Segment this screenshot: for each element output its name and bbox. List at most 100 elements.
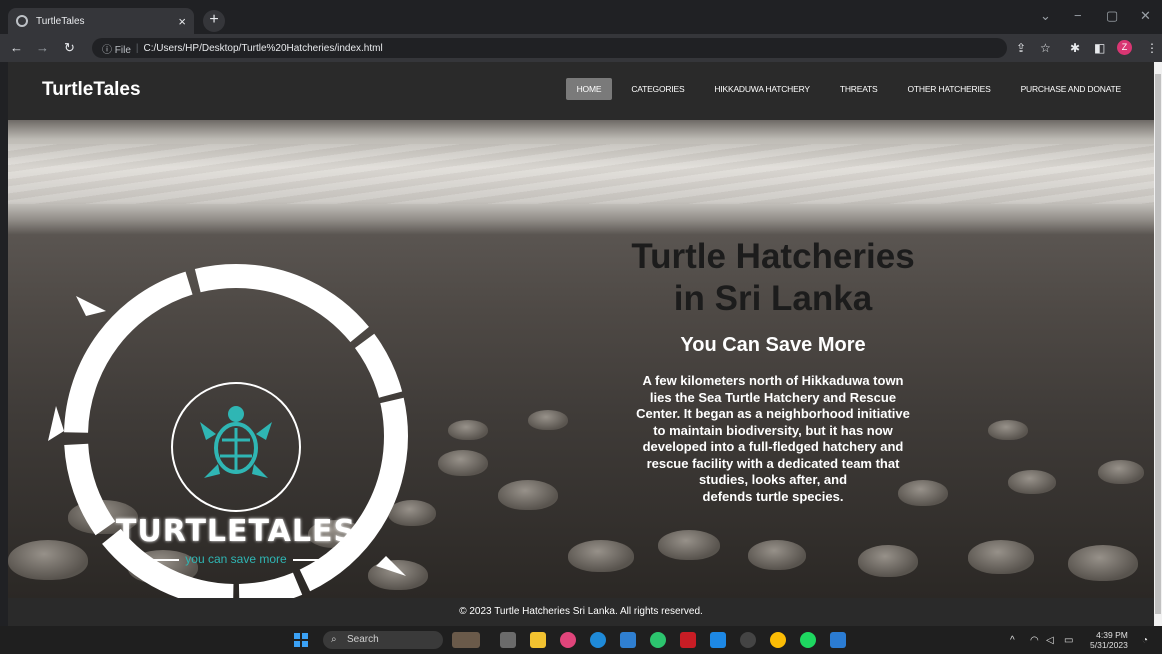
- turtletales-logo: TURTLETALES you can save more: [46, 232, 426, 598]
- vscode-icon[interactable]: [710, 632, 726, 648]
- widgets-icon[interactable]: [452, 632, 480, 648]
- hero-description: A few kilometers north of Hikkaduwa town…: [588, 373, 958, 505]
- turtle-icon: [200, 406, 272, 478]
- description-line: Center. It began as a neighborhood initi…: [636, 406, 910, 421]
- nav-threats[interactable]: THREATS: [829, 78, 889, 100]
- minimize-icon[interactable]: −: [1074, 8, 1082, 23]
- search-label: Search: [347, 634, 379, 645]
- browser-tab-strip: TurtleTales × + ⌄ − ▢ ✕: [0, 0, 1162, 34]
- hero-title-line: in Sri Lanka: [673, 279, 873, 318]
- volume-icon[interactable]: ◁: [1046, 635, 1054, 646]
- profile-avatar[interactable]: Z: [1117, 40, 1132, 55]
- tab-close-button[interactable]: ×: [178, 14, 186, 29]
- reload-icon[interactable]: ↻: [64, 40, 75, 56]
- tagline-rule: [137, 558, 180, 561]
- store-icon[interactable]: [620, 632, 636, 648]
- word-icon[interactable]: [830, 632, 846, 648]
- nav-categories[interactable]: CATEGORIES: [620, 78, 695, 100]
- notifications-icon[interactable]: ◔: [1142, 635, 1148, 646]
- copyright-text: © 2023 Turtle Hatcheries Sri Lanka. All …: [459, 606, 703, 617]
- chrome-icon[interactable]: [770, 632, 786, 648]
- netflix-icon[interactable]: [680, 632, 696, 648]
- nav-other-hatcheries[interactable]: OTHER HATCHERIES: [897, 78, 1002, 100]
- hatchling-image: [858, 545, 918, 577]
- nav-hikkaduwa-hatchery[interactable]: HIKKADUWA HATCHERY: [703, 78, 820, 100]
- hatchling-image: [438, 450, 488, 476]
- clock-time: 4:39 PM: [1096, 630, 1128, 640]
- logo-wordmark: TURTLETALES: [115, 514, 357, 549]
- browser-toolbar: ← → ↻ ⓘ File | C:/Users/HP/Desktop/Turtl…: [0, 34, 1162, 62]
- scrollbar-thumb[interactable]: [1155, 74, 1161, 614]
- logo-tagline-row: you can save more: [46, 552, 426, 566]
- description-line: studies, looks after, and: [698, 472, 848, 487]
- instagram-icon[interactable]: [560, 632, 576, 648]
- share-icon[interactable]: ⇪: [1016, 41, 1026, 55]
- whatsapp-icon[interactable]: [650, 632, 666, 648]
- search-icon: ⌕: [331, 634, 337, 645]
- taskbar-clock[interactable]: 4:39 PM 5/31/2023: [1090, 630, 1128, 650]
- page-viewport: TurtleTales HOME CATEGORIES HIKKADUWA HA…: [8, 62, 1154, 626]
- side-panel-icon[interactable]: ◧: [1094, 41, 1105, 55]
- hero-title: Turtle Hatcheries in Sri Lanka: [588, 236, 958, 320]
- globe-icon: [16, 15, 28, 27]
- description-line: developed into a full-fledged hatchery a…: [642, 439, 904, 454]
- nav-home[interactable]: HOME: [565, 78, 613, 100]
- hero-section: TURTLETALES you can save more Turtle Hat…: [8, 120, 1154, 598]
- omnibox-separator: |: [135, 42, 139, 54]
- hatchling-image: [968, 540, 1034, 574]
- extensions-icon[interactable]: ✱: [1070, 41, 1080, 55]
- hatchling-image: [748, 540, 806, 570]
- description-line: to maintain biodiversity, but it has now: [653, 422, 893, 438]
- site-footer: © 2023 Turtle Hatcheries Sri Lanka. All …: [8, 598, 1154, 626]
- hero-subtitle: You Can Save More: [680, 334, 866, 356]
- hatchling-image: [568, 540, 634, 572]
- task-view-icon[interactable]: [500, 632, 516, 648]
- logo-tagline: you can save more: [185, 552, 287, 566]
- spotify-icon[interactable]: [800, 632, 816, 648]
- edge-icon[interactable]: [590, 632, 606, 648]
- window-close-icon[interactable]: ✕: [1140, 8, 1151, 24]
- windows-taskbar: ⌕ Search ^ ◠ ◁ ▭ 4:39 PM 5/31/2023 ◔: [0, 626, 1162, 654]
- hero-title-line: Turtle Hatcheries: [631, 237, 915, 276]
- site-menu: HOME CATEGORIES HIKKADUWA HATCHERY THREA…: [558, 78, 1132, 100]
- url-text[interactable]: C:/Users/HP/Desktop/Turtle%20Hatcheries/…: [144, 43, 383, 54]
- hatchling-image: [988, 420, 1028, 440]
- hatchling-image: [658, 530, 720, 560]
- browser-tab[interactable]: TurtleTales ×: [8, 8, 194, 34]
- description-line: lies the Sea Turtle Hatchery and Rescue: [649, 389, 897, 405]
- nav-purchase-donate[interactable]: PURCHASE AND DONATE: [1010, 78, 1132, 100]
- chevron-up-icon[interactable]: ^: [1010, 635, 1015, 646]
- address-bar[interactable]: ⓘ File | C:/Users/HP/Desktop/Turtle%20Ha…: [92, 38, 1007, 58]
- windows-start-icon[interactable]: [294, 633, 308, 647]
- file-explorer-icon[interactable]: [530, 632, 546, 648]
- hatchling-image: [448, 420, 488, 440]
- hatchling-image: [528, 410, 568, 430]
- battery-icon[interactable]: ▭: [1064, 635, 1073, 646]
- hero-text-block: Turtle Hatcheries in Sri Lanka You Can S…: [588, 236, 958, 505]
- tagline-rule: [292, 558, 335, 561]
- description-line: defends turtle species.: [702, 488, 844, 504]
- back-icon[interactable]: ←: [10, 40, 23, 55]
- new-tab-button[interactable]: +: [203, 10, 225, 32]
- forward-icon[interactable]: →: [36, 40, 49, 55]
- hatchling-image: [1008, 470, 1056, 494]
- discord-icon[interactable]: [740, 632, 756, 648]
- hatchling-image: [1098, 460, 1144, 484]
- kebab-menu-icon[interactable]: ⋮: [1146, 41, 1158, 55]
- tab-title: TurtleTales: [36, 15, 85, 27]
- hatchling-image: [498, 480, 558, 510]
- site-info-label[interactable]: ⓘ File: [102, 41, 131, 56]
- bookmark-star-icon[interactable]: ☆: [1040, 41, 1051, 55]
- page-scrollbar[interactable]: [1154, 62, 1162, 626]
- site-navbar: TurtleTales HOME CATEGORIES HIKKADUWA HA…: [8, 62, 1154, 120]
- hatchling-image: [1068, 545, 1138, 581]
- description-line: A few kilometers north of Hikkaduwa town: [642, 373, 904, 388]
- description-line: rescue facility with a dedicated team th…: [646, 455, 900, 471]
- maximize-icon[interactable]: ▢: [1106, 8, 1118, 24]
- clock-date: 5/31/2023: [1090, 640, 1128, 650]
- wifi-icon[interactable]: ◠: [1030, 635, 1039, 646]
- site-brand[interactable]: TurtleTales: [42, 79, 141, 101]
- ocean-foam: [8, 144, 1154, 204]
- chevron-down-icon[interactable]: ⌄: [1040, 8, 1051, 24]
- taskbar-search[interactable]: ⌕ Search: [323, 631, 443, 649]
